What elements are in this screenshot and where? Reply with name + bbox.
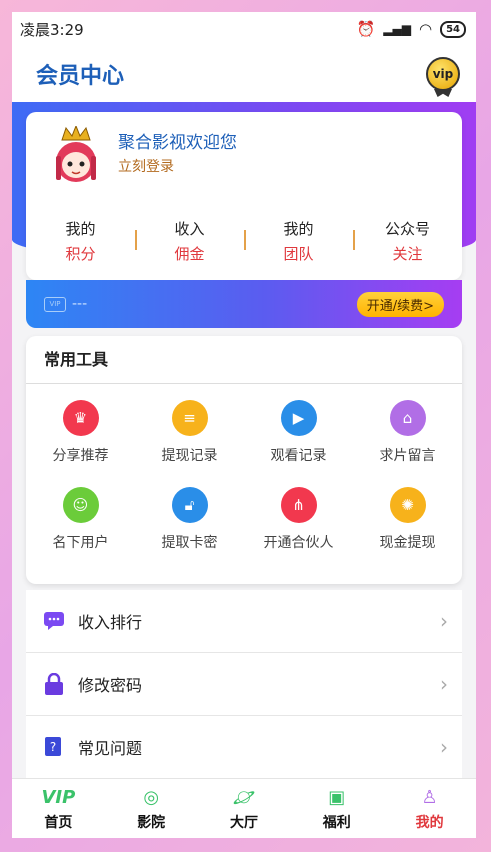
profile-card: 聚合影视欢迎您 立刻登录 我的 积分 收入 佣金 我的 团队 公众号 关注 [26,112,462,280]
tool-withdraw-history[interactable]: ≡ 提现记录 [135,400,244,465]
alarm-icon: ⏰ [356,20,376,38]
tab-welfare[interactable]: ▣ 福利 [290,779,383,838]
tool-share[interactable]: ♛ 分享推荐 [26,400,135,465]
play-icon: ▶ [280,400,317,436]
stat-commission[interactable]: 收入 佣金 [135,218,244,264]
coins-icon: ≡ [171,400,208,436]
page-header: 会员中心 vip [12,46,476,102]
bottom-tab-bar: VIP 首页 ◎ 影院 🪐︎ 大厅 ▣ 福利 ♙ 我的 [12,778,476,838]
tool-my-users[interactable]: ☺ 名下用户 [26,487,135,552]
crown-icon: ♛ [62,400,99,436]
tool-request-movie[interactable]: ⌂ 求片留言 [353,400,462,465]
message-icon [44,611,64,631]
tab-home[interactable]: VIP 首页 [12,779,105,838]
vip-card-icon: VIP [44,296,66,312]
wifi-icon: ◠ [418,20,433,38]
list-item-change-password[interactable]: 修改密码 › [26,653,462,716]
tools-panel: 常用工具 ♛ 分享推荐 ≡ 提现记录 ▶ 观看记录 ⌂ 求片留言 ☺ 名下用户 [26,336,462,584]
chevron-right-icon: › [440,672,448,696]
vip-badge-icon[interactable]: vip [426,57,460,91]
status-bar: 凌晨3:29 ⏰ ▂▄▆ ◠ 54 [12,12,476,46]
lock-icon: 🔓︎ [171,487,208,523]
svg-text:?: ? [50,740,56,754]
tool-partner[interactable]: ⋔ 开通合伙人 [244,487,353,552]
tools-title: 常用工具 [26,336,462,384]
app-screen: 凌晨3:29 ⏰ ▂▄▆ ◠ 54 会员中心 vip 聚合影视欢迎您 立刻登录 … [12,12,476,838]
battery-icon: 54 [440,20,466,38]
contact-icon: ☺ [62,487,99,523]
vip-status: --- [72,296,88,312]
tab-cinema[interactable]: ◎ 影院 [105,779,198,838]
menu-list: 收入排行 › 修改密码 › ? 常见问题 › [26,590,462,779]
list-item-faq[interactable]: ? 常见问题 › [26,716,462,779]
film-reel-icon: ◎ [143,786,160,808]
stat-team[interactable]: 我的 团队 [244,218,353,264]
gear-icon: ✺ [389,487,426,523]
avatar[interactable] [48,126,104,188]
renew-button[interactable]: 开通/续费> [356,291,444,317]
tool-redeem-code[interactable]: 🔓︎ 提取卡密 [135,487,244,552]
page-title: 会员中心 [36,64,125,89]
signal-icon: ▂▄▆ [383,22,411,36]
planet-icon: 🪐︎ [232,786,256,808]
vip-bar: VIP --- 开通/续费> [26,280,462,328]
padlock-icon [44,673,64,695]
stats-row: 我的 积分 收入 佣金 我的 团队 公众号 关注 [26,218,462,264]
status-time: 凌晨3:29 [20,20,84,39]
chevron-right-icon: › [440,735,448,759]
network-icon: ⋔ [280,487,317,523]
gift-icon: ▣ [328,786,346,808]
tab-hall[interactable]: 🪐︎ 大厅 [198,779,291,838]
welcome-text: 聚合影视欢迎您 [118,133,237,153]
person-icon: ♙ [421,786,438,808]
chevron-right-icon: › [440,609,448,633]
tab-mine[interactable]: ♙ 我的 [383,779,476,838]
tool-watch-history[interactable]: ▶ 观看记录 [244,400,353,465]
list-item-income-rank[interactable]: 收入排行 › [26,590,462,653]
stat-points[interactable]: 我的 积分 [26,218,135,264]
login-link[interactable]: 立刻登录 [118,156,174,176]
question-icon: ? [44,737,64,757]
store-icon: ⌂ [389,400,426,436]
stat-official-account[interactable]: 公众号 关注 [353,218,462,264]
vip-text-icon: VIP [41,786,76,808]
tool-cash-withdraw[interactable]: ✺ 现金提现 [353,487,462,552]
